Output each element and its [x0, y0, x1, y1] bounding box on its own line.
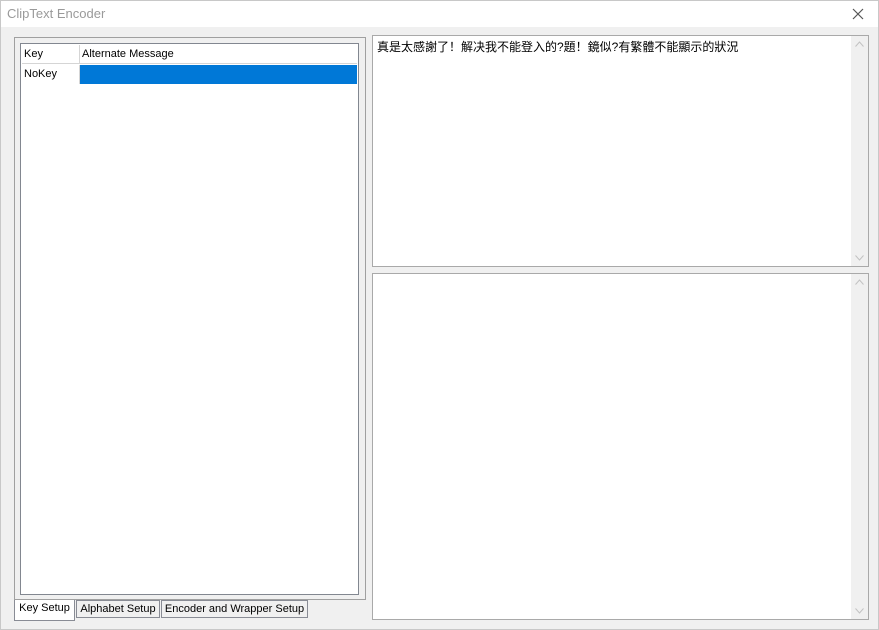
title-bar[interactable]: ClipText Encoder — [1, 1, 878, 27]
list-header: Key Alternate Message — [22, 45, 357, 64]
scroll-up-icon[interactable] — [855, 279, 864, 285]
tab-alphabet-setup[interactable]: Alphabet Setup — [76, 600, 160, 618]
close-button[interactable] — [838, 1, 878, 27]
cliptext-encoder-window: ClipText Encoder Key Alternate Message N… — [0, 0, 879, 630]
alternate-message-cell[interactable] — [80, 65, 357, 84]
key-cell[interactable]: NoKey — [22, 65, 79, 84]
column-header-key[interactable]: Key — [22, 45, 80, 63]
input-text-area[interactable]: 真是太感謝了！解决我不能登入的?題！鏡似?有繁體不能顯示的狀況 — [372, 35, 869, 267]
scroll-up-icon[interactable] — [855, 41, 864, 47]
table-row[interactable]: NoKey — [22, 65, 357, 84]
output-scrollbar[interactable] — [851, 274, 868, 619]
tab-key-setup[interactable]: Key Setup — [14, 600, 75, 621]
input-scrollbar[interactable] — [851, 36, 868, 266]
close-icon — [852, 8, 864, 20]
window-title: ClipText Encoder — [7, 6, 106, 21]
column-header-alternate-message[interactable]: Alternate Message — [80, 45, 357, 63]
key-setup-panel: Key Alternate Message NoKey — [14, 37, 366, 600]
tab-encoder-and-wrapper-setup[interactable]: Encoder and Wrapper Setup — [161, 600, 308, 618]
scroll-down-icon[interactable] — [855, 608, 864, 614]
key-list-view[interactable]: Key Alternate Message NoKey — [20, 43, 359, 595]
scroll-down-icon[interactable] — [855, 255, 864, 261]
input-text: 真是太感謝了！解决我不能登入的?題！鏡似?有繁體不能顯示的狀況 — [377, 40, 739, 54]
output-text-area[interactable] — [372, 273, 869, 620]
